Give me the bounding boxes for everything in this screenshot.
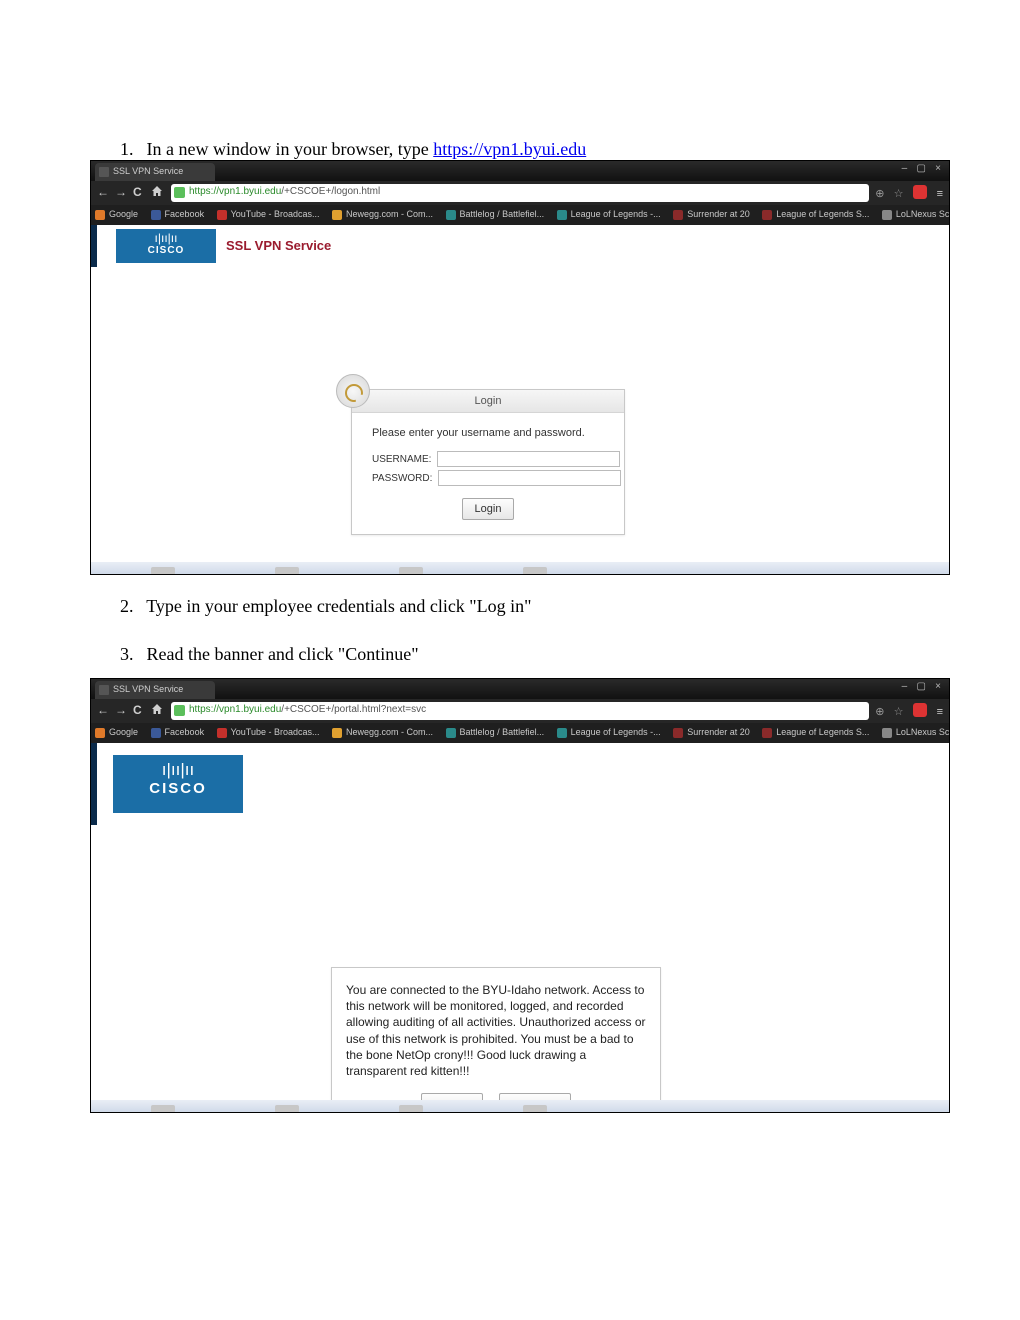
reload-button[interactable]: C bbox=[133, 185, 142, 199]
maximize-button[interactable]: ▢ bbox=[914, 163, 928, 174]
url-secure-part: https://vpn1.byui.edu bbox=[189, 704, 281, 715]
bookmark-item[interactable]: Surrender at 20 bbox=[673, 209, 750, 219]
bookmark-item[interactable]: Google bbox=[95, 727, 138, 737]
login-instruction: Please enter your username and password. bbox=[372, 427, 604, 439]
bookmark-item[interactable]: YouTube - Broadcas... bbox=[217, 727, 320, 737]
maximize-button[interactable]: ▢ bbox=[914, 681, 928, 692]
username-input[interactable] bbox=[437, 451, 620, 467]
banner-text: You are connected to the BYU-Idaho netwo… bbox=[346, 982, 646, 1079]
minimize-button[interactable]: – bbox=[897, 163, 911, 174]
bookmark-item[interactable]: League of Legends -... bbox=[557, 727, 661, 737]
bookmark-item[interactable]: League of Legends -... bbox=[557, 209, 661, 219]
forward-button[interactable]: → bbox=[115, 185, 127, 199]
step-1: 1. In a new window in your browser, type… bbox=[120, 138, 930, 161]
cisco-logo: ı|ıı|ıı CISCO bbox=[113, 755, 243, 813]
password-label: PASSWORD: bbox=[372, 473, 432, 484]
page-header: ı|ıı|ıı CISCO SSL VPN Service bbox=[91, 225, 949, 268]
back-button[interactable]: ← bbox=[97, 703, 109, 717]
adblock-icon[interactable] bbox=[913, 185, 927, 199]
content-area: You are connected to the BYU-Idaho netwo… bbox=[91, 825, 949, 1100]
browser-tab[interactable]: SSL VPN Service bbox=[95, 163, 215, 181]
step-3-number: 3. bbox=[120, 643, 142, 666]
browser-tab[interactable]: SSL VPN Service bbox=[95, 681, 215, 699]
url-rest: /+CSCOE+/logon.html bbox=[281, 186, 380, 197]
bookmark-item[interactable]: YouTube - Broadcas... bbox=[217, 209, 320, 219]
username-label: USERNAME: bbox=[372, 454, 431, 465]
cisco-logo: ı|ıı|ıı CISCO bbox=[116, 229, 216, 263]
screenshot-login: SSL VPN Service – ▢ × ← → C https://vpn1… bbox=[90, 160, 950, 575]
close-button[interactable]: × bbox=[931, 681, 945, 692]
step-1-link[interactable]: https://vpn1.byui.edu bbox=[433, 139, 586, 159]
screenshot-banner: SSL VPN Service – ▢ × ← → C https://vpn1… bbox=[90, 678, 950, 1113]
bookmark-item[interactable]: Battlelog / Battlefiel... bbox=[446, 727, 545, 737]
bookmark-item[interactable]: League of Legends S... bbox=[762, 727, 869, 737]
cisco-bars-icon: ı|ıı|ıı bbox=[116, 229, 216, 245]
back-button[interactable]: ← bbox=[97, 185, 109, 199]
taskbar-hint bbox=[91, 1100, 949, 1112]
toolbar-right: ⊕ ☆ ≡ bbox=[875, 703, 943, 718]
forward-button[interactable]: → bbox=[115, 703, 127, 717]
menu-icon[interactable]: ≡ bbox=[937, 188, 943, 200]
key-icon bbox=[336, 374, 370, 408]
window-titlebar: SSL VPN Service – ▢ × bbox=[91, 161, 949, 181]
step-2-text: Type in your employee credentials and cl… bbox=[146, 596, 531, 616]
bookmarks-bar: Google Facebook YouTube - Broadcas... Ne… bbox=[91, 723, 949, 743]
step-3: 3. Read the banner and click "Continue" bbox=[120, 643, 930, 666]
step-1-number: 1. bbox=[120, 138, 142, 161]
bookmark-item[interactable]: Facebook bbox=[151, 209, 205, 219]
bookmark-item[interactable]: Newegg.com - Com... bbox=[332, 209, 433, 219]
home-button[interactable] bbox=[151, 703, 163, 718]
window-titlebar: SSL VPN Service – ▢ × bbox=[91, 679, 949, 699]
reload-button[interactable]: C bbox=[133, 703, 142, 717]
bookmark-item[interactable]: League of Legends S... bbox=[762, 209, 869, 219]
bookmark-star-icon[interactable]: ☆ bbox=[894, 706, 904, 718]
bookmark-item[interactable]: LoLNexus Scouter bbox=[882, 209, 949, 219]
home-button[interactable] bbox=[151, 185, 163, 200]
bookmark-item[interactable]: LoLNexus Scouter bbox=[882, 727, 949, 737]
adblock-icon[interactable] bbox=[913, 703, 927, 717]
step-3-text: Read the banner and click "Continue" bbox=[147, 644, 419, 664]
menu-icon[interactable]: ≡ bbox=[937, 706, 943, 718]
content-area: Login Please enter your username and pas… bbox=[91, 267, 949, 562]
address-bar[interactable]: https://vpn1.byui.edu/+CSCOE+/portal.htm… bbox=[171, 702, 869, 720]
toolbar-right: ⊕ ☆ ≡ bbox=[875, 185, 943, 200]
login-button[interactable]: Login bbox=[462, 498, 515, 520]
banner-dialog: You are connected to the BYU-Idaho netwo… bbox=[331, 967, 661, 1113]
cisco-brand-text: CISCO bbox=[113, 780, 243, 797]
login-title-text: Login bbox=[475, 395, 502, 407]
bookmarks-bar: Google Facebook YouTube - Broadcas... Ne… bbox=[91, 205, 949, 225]
bookmark-item[interactable]: Surrender at 20 bbox=[673, 727, 750, 737]
bookmark-item[interactable]: Google bbox=[95, 209, 138, 219]
bookmark-item[interactable]: Facebook bbox=[151, 727, 205, 737]
bookmark-item[interactable]: Newegg.com - Com... bbox=[332, 727, 433, 737]
login-title: Login bbox=[352, 390, 624, 413]
url-rest: /+CSCOE+/portal.html?next=svc bbox=[281, 704, 426, 715]
taskbar-hint bbox=[91, 562, 949, 574]
step-1-text-a: In a new window in your browser, type bbox=[147, 139, 434, 159]
cisco-brand-text: CISCO bbox=[116, 245, 216, 256]
browser-toolbar: ← → C https://vpn1.byui.edu/+CSCOE+/port… bbox=[91, 699, 949, 723]
close-button[interactable]: × bbox=[931, 163, 945, 174]
page-header: ı|ıı|ıı CISCO bbox=[91, 743, 949, 826]
browser-toolbar: ← → C https://vpn1.byui.edu/+CSCOE+/logo… bbox=[91, 181, 949, 205]
cisco-bars-icon: ı|ıı|ıı bbox=[113, 755, 243, 780]
bookmark-star-icon[interactable]: ☆ bbox=[894, 188, 904, 200]
page-title: SSL VPN Service bbox=[226, 238, 331, 253]
login-dialog: Login Please enter your username and pas… bbox=[351, 389, 625, 535]
step-2-number: 2. bbox=[120, 595, 142, 618]
address-bar[interactable]: https://vpn1.byui.edu/+CSCOE+/logon.html bbox=[171, 184, 869, 202]
url-secure-part: https://vpn1.byui.edu bbox=[189, 186, 281, 197]
zoom-icon[interactable]: ⊕ bbox=[875, 188, 884, 200]
step-2: 2. Type in your employee credentials and… bbox=[120, 595, 930, 618]
bookmark-item[interactable]: Battlelog / Battlefiel... bbox=[446, 209, 545, 219]
window-buttons: – ▢ × bbox=[897, 163, 945, 174]
zoom-icon[interactable]: ⊕ bbox=[875, 706, 884, 718]
window-buttons: – ▢ × bbox=[897, 681, 945, 692]
password-input[interactable] bbox=[438, 470, 621, 486]
minimize-button[interactable]: – bbox=[897, 681, 911, 692]
